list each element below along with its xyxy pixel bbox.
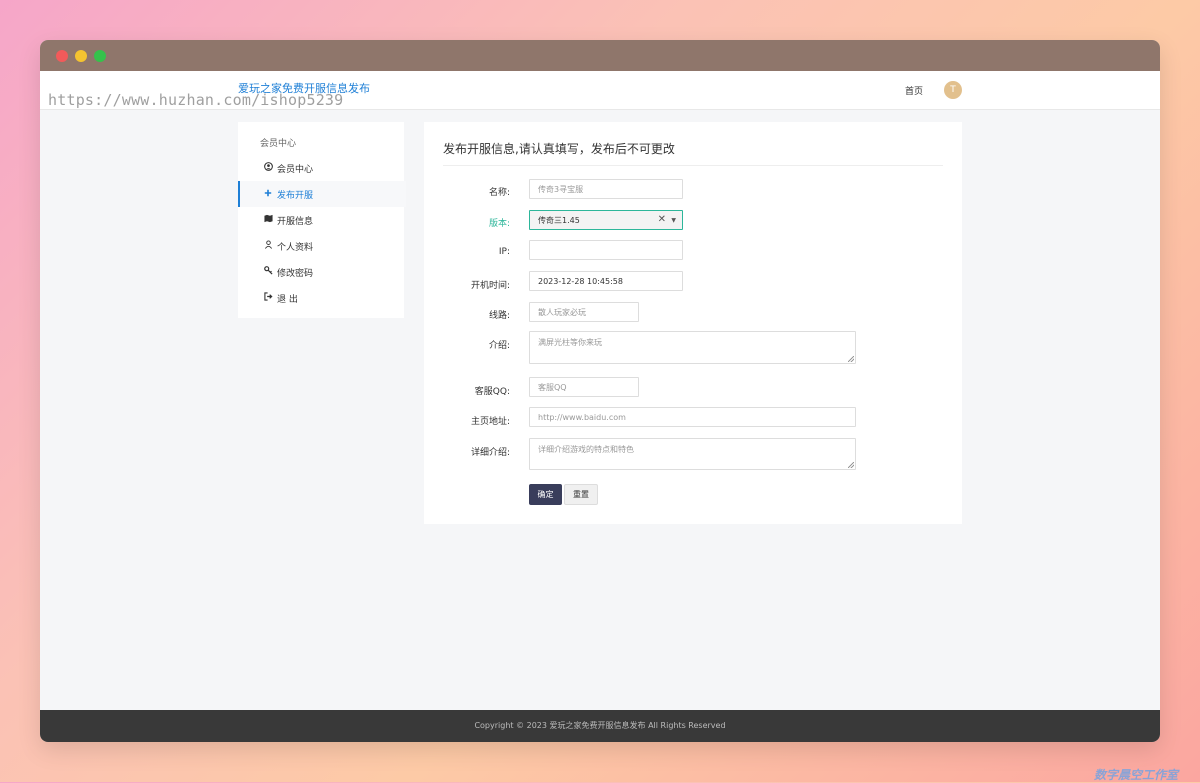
sidebar-title: 会员中心: [260, 139, 297, 149]
version-select[interactable]: 传奇三1.45 ✕ ▼: [529, 210, 683, 230]
intro-label: 介绍:: [488, 341, 510, 351]
resize-handle-icon[interactable]: [848, 356, 854, 362]
user-circle-icon: [262, 162, 274, 174]
line-input[interactable]: 散人玩家必玩: [529, 302, 639, 322]
avatar[interactable]: T: [944, 81, 962, 99]
sidebar-item-label: 退 出: [277, 294, 298, 305]
qq-input[interactable]: 客服QQ: [529, 377, 639, 397]
intro-textarea[interactable]: 满屏光柱等你来玩: [529, 331, 856, 364]
sidebar-item-server-info[interactable]: 开服信息: [238, 207, 404, 233]
resize-handle-icon[interactable]: [848, 462, 854, 468]
sidebar-item-label: 个人资料: [277, 242, 314, 253]
sidebar-item-label: 发布开服: [277, 190, 314, 201]
minimize-window-dot[interactable]: [75, 50, 87, 62]
site-footer: Copyright © 2023 爱玩之家免费开服信息发布 All Rights…: [40, 710, 1160, 742]
detail-label: 详细介绍:: [470, 448, 510, 458]
key-icon: [262, 266, 274, 278]
corner-watermark: 数字晨空工作室: [1094, 768, 1179, 782]
start-time-input[interactable]: 2023-12-28 10:45:58: [529, 271, 683, 291]
plus-icon: [262, 189, 274, 200]
submit-button[interactable]: 确定: [529, 484, 562, 505]
detail-placeholder: 详细介绍游戏的特点和特色: [538, 445, 634, 454]
site-header: 爱玩之家免费开服信息发布 首页 T https://www.huzhan.com…: [40, 71, 1160, 110]
sidebar-item-profile[interactable]: 个人资料: [238, 233, 404, 259]
sidebar-item-label: 修改密码: [277, 268, 314, 279]
logout-icon: [262, 292, 274, 304]
sidebar-item-label: 会员中心: [277, 164, 314, 175]
detail-textarea[interactable]: 详细介绍游戏的特点和特色: [529, 438, 856, 470]
close-window-dot[interactable]: [56, 50, 68, 62]
sidebar-item-logout[interactable]: 退 出: [238, 285, 404, 311]
publish-form-panel: 发布开服信息,请认真填写，发布后不可更改 名称: 传奇3寻宝服 版本: 传奇三1…: [424, 122, 962, 524]
sidebar-item-password[interactable]: 修改密码: [238, 259, 404, 285]
window-titlebar: [40, 40, 1160, 71]
sidebar-item-label: 开服信息: [277, 216, 314, 227]
line-label: 线路:: [488, 311, 510, 321]
homepage-label: 主页地址:: [470, 417, 510, 427]
ip-label: IP:: [498, 247, 510, 257]
version-label: 版本:: [488, 219, 510, 229]
sidebar-item-member-center[interactable]: 会员中心: [238, 155, 404, 181]
home-nav-link[interactable]: 首页: [905, 84, 923, 97]
person-icon: [262, 240, 274, 252]
url-watermark: https://www.huzhan.com/ishop5239: [48, 91, 344, 109]
start-time-label: 开机时间:: [470, 281, 510, 291]
reset-button[interactable]: 重置: [564, 484, 598, 505]
browser-window: 爱玩之家免费开服信息发布 首页 T https://www.huzhan.com…: [40, 40, 1160, 742]
maximize-window-dot[interactable]: [94, 50, 106, 62]
qq-label: 客服QQ:: [474, 387, 510, 397]
name-label: 名称:: [488, 188, 510, 198]
map-icon: [262, 214, 274, 226]
name-input[interactable]: 传奇3寻宝服: [529, 179, 683, 199]
clear-icon[interactable]: ✕: [658, 214, 666, 225]
chevron-down-icon[interactable]: ▼: [671, 217, 676, 224]
member-sidebar: 会员中心 会员中心 发布开服 开服信息 个人资料 修改密码 退 出: [238, 122, 406, 318]
sidebar-item-publish[interactable]: 发布开服: [238, 181, 406, 207]
homepage-input[interactable]: http://www.baidu.com: [529, 407, 856, 427]
version-selected-value: 传奇三1.45: [538, 215, 580, 225]
copyright-text: Copyright © 2023 爱玩之家免费开服信息发布 All Rights…: [474, 721, 726, 730]
intro-placeholder: 满屏光柱等你来玩: [538, 338, 602, 347]
ip-input[interactable]: [529, 240, 683, 260]
form-title: 发布开服信息,请认真填写，发布后不可更改: [443, 140, 943, 166]
